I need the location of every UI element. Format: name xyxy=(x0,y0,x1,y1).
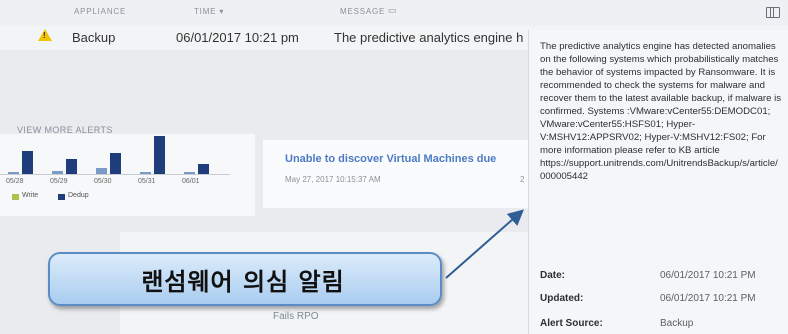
annotation-arrow-icon xyxy=(445,209,525,279)
